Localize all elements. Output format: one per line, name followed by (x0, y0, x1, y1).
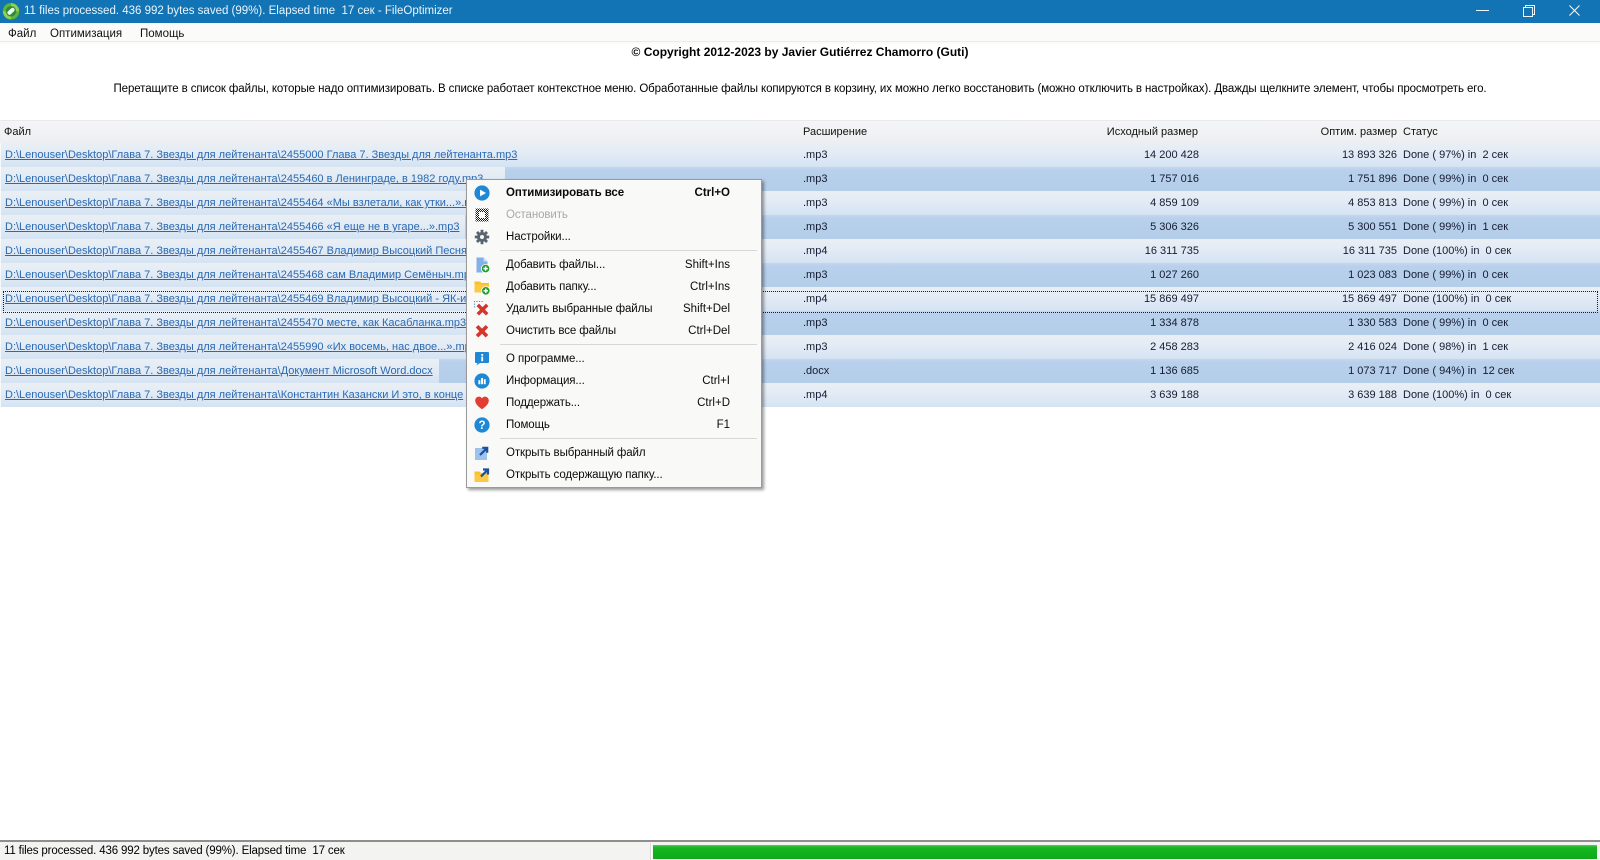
svg-text:?: ? (478, 420, 485, 432)
